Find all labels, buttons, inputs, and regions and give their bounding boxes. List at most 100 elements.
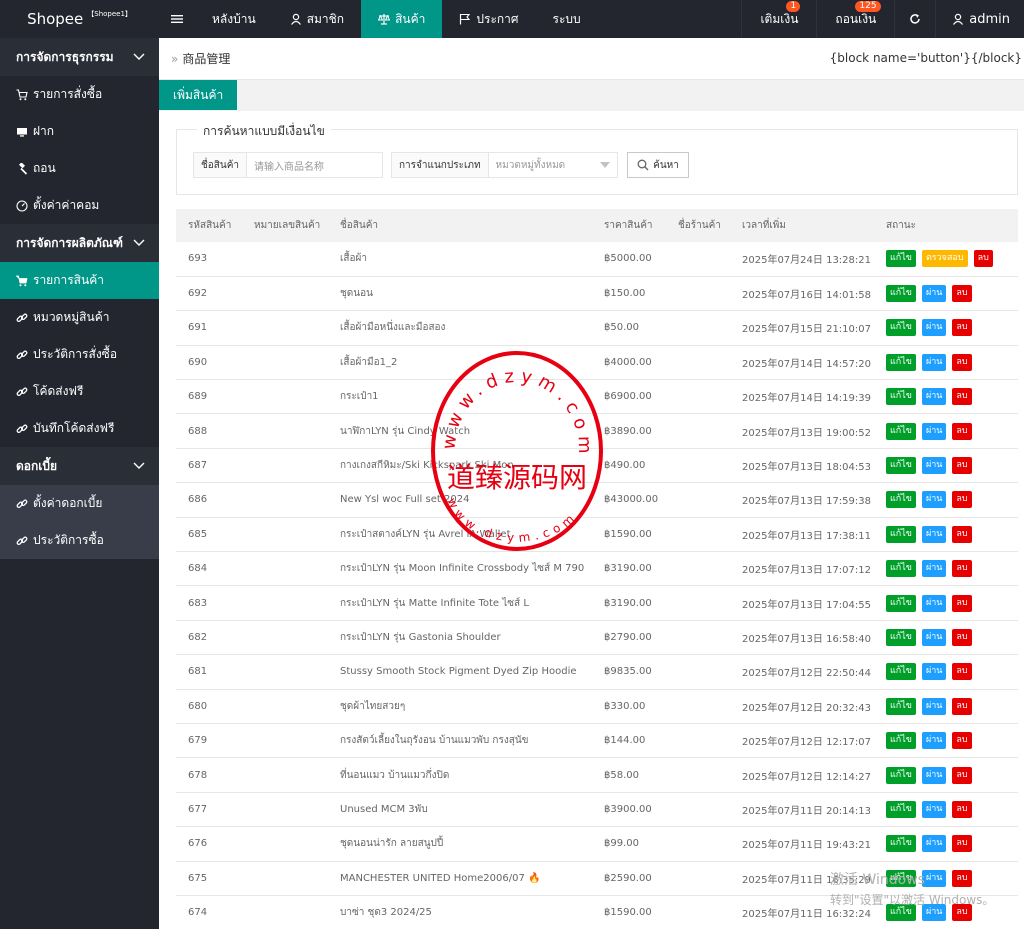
sidebar-item-orders[interactable]: รายการสั่งซื้อ [0,76,159,113]
delete-button[interactable]: ลบ [952,766,972,784]
approve-button[interactable]: ผ่าน [921,732,947,750]
approve-button[interactable]: ผ่าน [921,353,947,371]
approve-button[interactable]: ผ่าน [921,422,947,440]
approve-button[interactable]: ผ่าน [921,457,947,475]
delete-button[interactable]: ลบ [952,491,972,509]
sidebar-item-free-shipping-log[interactable]: บันทึกโค้ดส่งฟรี [0,410,159,447]
approve-button[interactable]: ผ่าน [921,628,947,646]
edit-button[interactable]: แก้ไข [886,560,916,578]
edit-button[interactable]: แก้ไข [886,628,916,646]
edit-button[interactable]: แก้ไข [886,835,916,853]
add-product-button[interactable]: เพิ่มสินค้า [159,80,238,110]
edit-button[interactable]: แก้ไข [886,697,916,715]
delete-button[interactable]: ลบ [952,663,972,681]
cell-actions: แก้ไข ผ่าน ลบ [874,723,1018,757]
topup-button[interactable]: เติมเงิน 1 [741,0,816,38]
delete-button[interactable]: ลบ [952,628,972,646]
approve-button[interactable]: ผ่าน [921,766,947,784]
edit-button[interactable]: แก้ไข [886,766,916,784]
edit-button[interactable]: แก้ไข [886,457,916,475]
menu-toggle-button[interactable] [159,0,195,38]
edit-button[interactable]: แก้ไข [886,353,916,371]
edit-button[interactable]: แก้ไข [886,800,916,818]
search-button[interactable]: ค้นหา [627,152,689,178]
approve-button[interactable]: ผ่าน [921,904,947,922]
approve-button[interactable]: ผ่าน [921,697,947,715]
sidebar-item-label: ตั้งค่าดอกเบี้ย [33,496,103,510]
approve-button[interactable]: ผ่าน [921,800,947,818]
cell-product-id: 693 [188,253,208,265]
sidebar-item-interest-settings[interactable]: ตั้งค่าดอกเบี้ย [0,485,159,522]
edit-button[interactable]: แก้ไข [886,732,916,750]
sidebar-group-products[interactable]: การจัดการผลิตภัณฑ์ [0,224,159,262]
approve-button[interactable]: ผ่าน [921,319,947,337]
approve-button[interactable]: ผ่าน [921,663,947,681]
cell-product-name: เสื้อผ้ามือ1_2 [340,356,398,368]
approve-button[interactable]: ผ่าน [921,525,947,543]
approve-button[interactable]: ผ่าน [921,835,947,853]
approve-button[interactable]: ผ่าน [921,388,947,406]
cell-shop-name [666,861,730,895]
edit-button[interactable]: แก้ไข [886,388,916,406]
edit-button[interactable]: แก้ไข [886,594,916,612]
approve-button[interactable]: ผ่าน [921,491,947,509]
edit-button[interactable]: แก้ไข [886,422,916,440]
delete-button[interactable]: ลบ [952,904,972,922]
delete-button[interactable]: ลบ [952,285,972,303]
category-select[interactable]: หมวดหมู่ทั้งหมด [489,153,617,177]
nav-members[interactable]: สมาชิก [273,0,361,38]
nav-announcements[interactable]: ประกาศ [442,0,535,38]
sidebar-item-categories[interactable]: หมวดหมู่สินค้า [0,299,159,336]
edit-button[interactable]: แก้ไข [886,663,916,681]
review-button[interactable]: ตรวจสอบ [921,250,968,268]
delete-button[interactable]: ลบ [952,697,972,715]
sidebar-item-order-history[interactable]: ประวัติการสั่งซื้อ [0,336,159,373]
edit-button[interactable]: แก้ไข [886,250,916,268]
edit-button[interactable]: แก้ไข [886,869,916,887]
delete-button[interactable]: ลบ [952,353,972,371]
approve-button[interactable]: ผ่าน [921,869,947,887]
sidebar-item-commission-settings[interactable]: ตั้งค่าค่าคอม [0,187,159,224]
delete-button[interactable]: ลบ [973,250,993,268]
delete-button[interactable]: ลบ [952,457,972,475]
edit-button[interactable]: แก้ไข [886,285,916,303]
withdraw-button[interactable]: ถอนเงิน 125 [816,0,894,38]
cell-product-id: 684 [188,563,208,575]
edit-button[interactable]: แก้ไข [886,319,916,337]
user-menu[interactable]: admin [935,0,1024,38]
nav-system[interactable]: ระบบ [536,0,598,38]
sidebar-item-purchase-history[interactable]: ประวัติการซื้อ [0,522,159,559]
refresh-button[interactable] [894,0,935,38]
delete-button[interactable]: ลบ [952,388,972,406]
sidebar-item-free-shipping-codes[interactable]: โค้ดส่งฟรี [0,373,159,410]
delete-button[interactable]: ลบ [952,422,972,440]
approve-button[interactable]: ผ่าน [921,560,947,578]
delete-button[interactable]: ลบ [952,732,972,750]
monitor-icon [17,127,27,137]
nav-dashboard[interactable]: หลังบ้าน [195,0,273,38]
delete-button[interactable]: ลบ [952,869,972,887]
approve-button[interactable]: ผ่าน [921,285,947,303]
delete-button[interactable]: ลบ [952,319,972,337]
nav-products-label: สินค้า [395,11,426,26]
nav-products[interactable]: สินค้า [361,0,443,38]
delete-button[interactable]: ลบ [952,560,972,578]
sidebar-item-deposit[interactable]: ฝาก [0,113,159,150]
sidebar-item-product-list[interactable]: รายการสินค้า [0,262,159,299]
delete-button[interactable]: ลบ [952,525,972,543]
approve-button[interactable]: ผ่าน [921,594,947,612]
edit-button[interactable]: แก้ไข [886,491,916,509]
cell-time-added: 2025年07月16日 14:01:58 [742,290,871,302]
delete-button[interactable]: ลบ [952,594,972,612]
sidebar-group-transactions[interactable]: การจัดการธุรกรรม [0,38,159,76]
edit-button[interactable]: แก้ไข [886,904,916,922]
logo[interactable]: Shopee 【Shopee1】 [0,0,159,38]
delete-button[interactable]: ลบ [952,835,972,853]
cell-price: ฿43000.00 [604,494,659,506]
edit-button[interactable]: แก้ไข [886,525,916,543]
sidebar-item-withdraw[interactable]: ถอน [0,150,159,187]
sidebar-group-interest[interactable]: ดอกเบี้ย [0,447,159,485]
product-name-input[interactable]: 请输入商品名称 [247,153,382,177]
delete-button[interactable]: ลบ [952,800,972,818]
sidebar-group-label: ดอกเบี้ย [16,458,58,473]
